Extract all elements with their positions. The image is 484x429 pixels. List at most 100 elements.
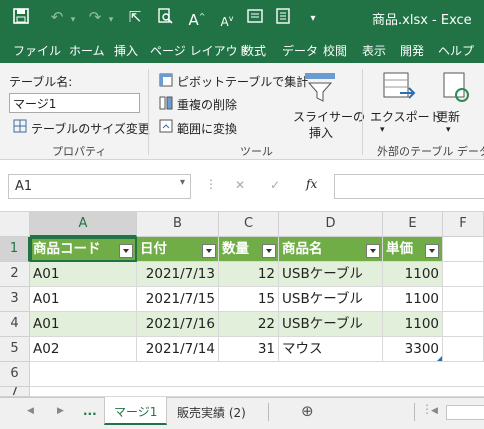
scroll-right-icon[interactable]: ▶ bbox=[57, 406, 64, 416]
column-header-a[interactable]: A bbox=[30, 212, 137, 237]
table-cell[interactable]: 2021/7/13 bbox=[137, 262, 219, 287]
tab-insert[interactable]: 挿入 bbox=[114, 42, 138, 59]
row-header-7[interactable]: 7 bbox=[0, 387, 30, 397]
tab-page-layout[interactable]: ページ レイアウト bbox=[150, 42, 250, 59]
table-cell[interactable]: A02 bbox=[30, 337, 137, 362]
table-cell[interactable]: A01 bbox=[30, 312, 137, 337]
formula-input[interactable] bbox=[334, 174, 484, 199]
sheet-tab-active[interactable]: マージ1 bbox=[104, 397, 167, 425]
select-all-corner[interactable] bbox=[0, 212, 30, 237]
export-dropdown-icon[interactable]: ▾ bbox=[380, 125, 385, 135]
tab-file[interactable]: ファイル bbox=[13, 42, 61, 59]
remove-duplicates-icon bbox=[159, 96, 173, 110]
customize-quick-access-icon[interactable]: ▾ bbox=[302, 10, 324, 28]
table-cell[interactable]: 2021/7/15 bbox=[137, 287, 219, 312]
tab-formulas[interactable]: 数式 bbox=[242, 42, 266, 59]
hscroll-left-icon[interactable]: ◀ bbox=[431, 406, 438, 416]
name-box-value: A1 bbox=[15, 179, 33, 194]
form-icon[interactable] bbox=[244, 8, 266, 28]
table-cell[interactable]: USBケーブル bbox=[279, 312, 383, 337]
row-header-5[interactable]: 5 bbox=[0, 337, 30, 362]
remove-duplicates-button[interactable]: 重複の削除 bbox=[177, 96, 237, 113]
empty-row[interactable] bbox=[30, 362, 484, 387]
worksheet-grid[interactable]: A B C D E F 1 2 3 4 5 6 7 商品コード 日付 数量 商品… bbox=[0, 212, 484, 397]
table-name-input[interactable] bbox=[9, 93, 140, 113]
insert-function-icon[interactable]: fx bbox=[306, 177, 317, 191]
table-resize-handle-icon[interactable] bbox=[437, 356, 442, 361]
font-increase-icon[interactable]: A^ bbox=[186, 8, 208, 29]
tab-review[interactable]: 校閲 bbox=[323, 42, 347, 59]
convert-to-range-button[interactable]: 範囲に変換 bbox=[177, 120, 237, 137]
pivot-summary-button[interactable]: ピボットテーブルで集計 bbox=[177, 73, 308, 90]
refresh-button[interactable]: 更新 bbox=[436, 108, 460, 125]
refresh-dropdown-icon[interactable]: ▾ bbox=[446, 125, 451, 135]
filter-dropdown-icon[interactable] bbox=[425, 244, 439, 258]
grid-cell[interactable] bbox=[443, 337, 484, 362]
table-cell[interactable]: 2021/7/14 bbox=[137, 337, 219, 362]
grid-cell[interactable] bbox=[443, 237, 484, 262]
table-cell[interactable]: USBケーブル bbox=[279, 262, 383, 287]
column-header-c[interactable]: C bbox=[219, 212, 279, 237]
ribbon-tabs: ファイル ホーム 挿入 ページ レイアウト 数式 データ 校閲 表示 開発 ヘル… bbox=[0, 35, 484, 63]
slicer-label-2[interactable]: 挿入 bbox=[309, 124, 333, 141]
slicer-icon bbox=[303, 71, 337, 105]
enter-icon[interactable]: ✓ bbox=[270, 178, 280, 192]
grid-cell[interactable] bbox=[443, 312, 484, 337]
export-button[interactable]: エクスポート bbox=[370, 108, 442, 125]
empty-row[interactable] bbox=[30, 387, 484, 397]
name-box-dropdown-icon[interactable]: ▾ bbox=[180, 177, 185, 188]
scroll-left-icon[interactable]: ◀ bbox=[27, 406, 34, 416]
table-cell[interactable]: 12 bbox=[219, 262, 279, 287]
row-header-4[interactable]: 4 bbox=[0, 312, 30, 337]
table-cell[interactable]: USBケーブル bbox=[279, 287, 383, 312]
sheet-tab-sales[interactable]: 販売実績 (2) bbox=[177, 404, 246, 421]
table-cell[interactable]: 2021/7/16 bbox=[137, 312, 219, 337]
filter-dropdown-icon[interactable] bbox=[262, 244, 276, 258]
tab-help[interactable]: ヘルプ bbox=[438, 42, 474, 59]
undo-dropdown-icon[interactable]: ▾ bbox=[62, 11, 84, 29]
column-header-f[interactable]: F bbox=[443, 212, 484, 237]
row-header-2[interactable]: 2 bbox=[0, 262, 30, 287]
pointer-icon[interactable]: ⇱ bbox=[124, 8, 146, 26]
font-decrease-icon[interactable]: Av bbox=[216, 10, 238, 31]
column-header-e[interactable]: E bbox=[383, 212, 443, 237]
sheet-tab-label: マージ1 bbox=[114, 405, 158, 419]
table-cell[interactable]: 1100 bbox=[383, 287, 443, 312]
tab-home[interactable]: ホーム bbox=[69, 42, 105, 59]
table-cell[interactable]: マウス bbox=[279, 337, 383, 362]
external-data-group-label: 外部のテーブル データ bbox=[377, 145, 484, 158]
checklist-icon[interactable] bbox=[272, 8, 294, 28]
tab-developer[interactable]: 開発 bbox=[400, 42, 424, 59]
table-cell[interactable]: 3300 bbox=[383, 337, 443, 362]
horizontal-scrollbar[interactable] bbox=[446, 405, 484, 420]
table-cell[interactable]: A01 bbox=[30, 262, 137, 287]
grid-cell[interactable] bbox=[443, 262, 484, 287]
formula-bar-grip-icon: ⋮ bbox=[205, 177, 217, 191]
print-preview-icon[interactable] bbox=[154, 8, 176, 28]
add-sheet-icon[interactable]: ⊕ bbox=[301, 402, 314, 420]
table-cell[interactable]: 22 bbox=[219, 312, 279, 337]
row-header-3[interactable]: 3 bbox=[0, 287, 30, 312]
column-header-d[interactable]: D bbox=[279, 212, 383, 237]
save-icon[interactable] bbox=[10, 8, 32, 28]
grid-cell[interactable] bbox=[443, 287, 484, 312]
table-cell[interactable]: 15 bbox=[219, 287, 279, 312]
cancel-icon[interactable]: ✕ bbox=[235, 178, 245, 192]
tab-data[interactable]: データ bbox=[282, 42, 318, 59]
redo-dropdown-icon[interactable]: ▾ bbox=[100, 11, 122, 29]
row-header-6[interactable]: 6 bbox=[0, 362, 30, 387]
more-sheets-button[interactable]: ... bbox=[83, 404, 97, 418]
column-header-b[interactable]: B bbox=[137, 212, 219, 237]
resize-table-button[interactable]: テーブルのサイズ変更 bbox=[31, 120, 150, 137]
table-cell[interactable]: A01 bbox=[30, 287, 137, 312]
filter-dropdown-icon[interactable] bbox=[119, 244, 133, 258]
row-header-1[interactable]: 1 bbox=[0, 237, 30, 262]
table-cell[interactable]: 31 bbox=[219, 337, 279, 362]
filter-dropdown-icon[interactable] bbox=[202, 244, 216, 258]
name-box[interactable]: A1 ▾ bbox=[8, 174, 191, 199]
table-cell[interactable]: 1100 bbox=[383, 262, 443, 287]
slicer-label-1[interactable]: スライサーの bbox=[293, 108, 365, 125]
tab-view[interactable]: 表示 bbox=[362, 42, 386, 59]
filter-dropdown-icon[interactable] bbox=[366, 244, 380, 258]
table-cell[interactable]: 1100 bbox=[383, 312, 443, 337]
